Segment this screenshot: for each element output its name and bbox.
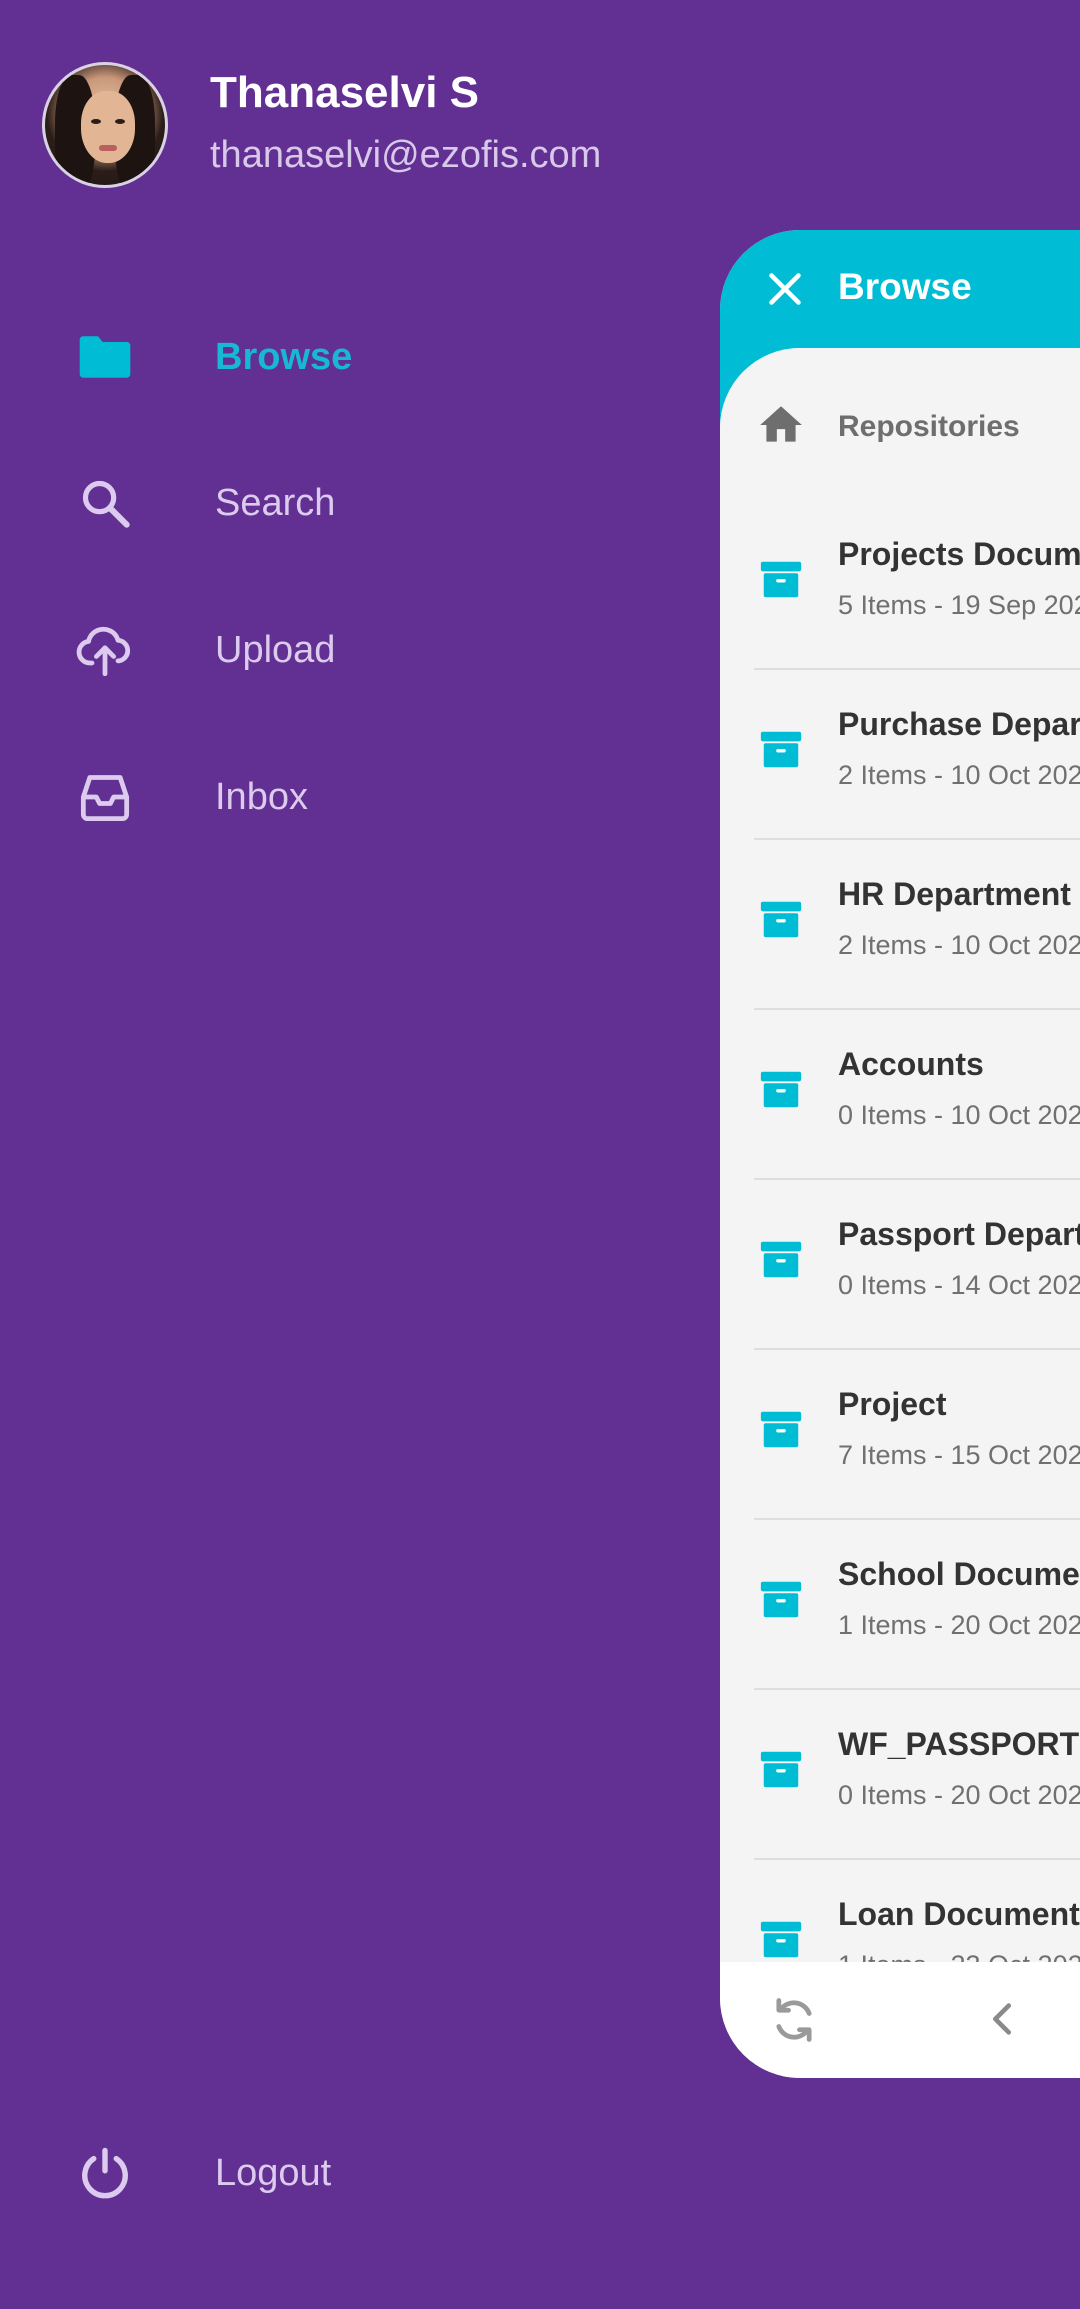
panel-title: Browse bbox=[838, 266, 972, 307]
app-screen: Thanaselvi S thanaselvi@ezofis.com Brows… bbox=[0, 0, 1080, 2309]
item-subtitle: 0 Items - 14 Oct 202 bbox=[838, 1270, 1080, 1300]
item-title: HR Department bbox=[838, 876, 1071, 912]
logout-button[interactable]: Logout bbox=[0, 2118, 640, 2228]
list-item[interactable]: Projects Docume 5 Items - 19 Sep 202 bbox=[720, 500, 1080, 670]
menu-item-search[interactable]: Search bbox=[0, 448, 640, 558]
item-title: Loan Documents bbox=[838, 1896, 1080, 1932]
list-item[interactable]: Accounts 0 Items - 10 Oct 202 bbox=[720, 1010, 1080, 1180]
home-icon bbox=[756, 400, 806, 450]
chevron-left-icon[interactable] bbox=[980, 1996, 1026, 2042]
item-subtitle: 2 Items - 10 Oct 202 bbox=[838, 760, 1080, 790]
list-item[interactable]: Passport Departn 0 Items - 14 Oct 202 bbox=[720, 1180, 1080, 1350]
archive-box-icon bbox=[758, 1746, 804, 1792]
search-icon bbox=[76, 474, 134, 532]
item-subtitle: 5 Items - 19 Sep 202 bbox=[838, 590, 1080, 620]
cloud-upload-icon bbox=[76, 621, 134, 679]
list-item[interactable]: School Documen 1 Items - 20 Oct 202 bbox=[720, 1520, 1080, 1690]
item-title: Projects Docume bbox=[838, 536, 1080, 572]
archive-box-icon bbox=[758, 1406, 804, 1452]
item-subtitle: 0 Items - 20 Oct 202 bbox=[838, 1780, 1080, 1810]
list-item[interactable]: Purchase Depart 2 Items - 10 Oct 202 bbox=[720, 670, 1080, 840]
panel-bottom-bar bbox=[720, 1962, 1080, 2078]
folder-icon bbox=[76, 328, 134, 386]
menu-item-browse[interactable]: Browse bbox=[0, 302, 640, 412]
user-email: thanaselvi@ezofis.com bbox=[210, 134, 602, 176]
item-title: Purchase Depart bbox=[838, 706, 1080, 742]
power-icon bbox=[76, 2144, 134, 2202]
item-title: Passport Departn bbox=[838, 1216, 1080, 1252]
archive-box-icon bbox=[758, 726, 804, 772]
breadcrumb[interactable]: Repositories bbox=[720, 390, 1080, 460]
archive-box-icon bbox=[758, 1236, 804, 1282]
refresh-icon[interactable] bbox=[768, 1994, 820, 2046]
browse-panel: Browse Repositories Projects Docume 5 It… bbox=[720, 230, 1080, 2078]
user-name: Thanaselvi S bbox=[210, 68, 480, 117]
item-title: WF_PASSPORT bbox=[838, 1726, 1080, 1762]
menu-label: Search bbox=[215, 481, 336, 524]
item-title: School Documen bbox=[838, 1556, 1080, 1592]
item-subtitle: 7 Items - 15 Oct 202 bbox=[838, 1440, 1080, 1470]
item-subtitle: 2 Items - 10 Oct 202 bbox=[838, 930, 1080, 960]
archive-box-icon bbox=[758, 556, 804, 602]
archive-box-icon bbox=[758, 1066, 804, 1112]
item-subtitle: 0 Items - 10 Oct 202 bbox=[838, 1100, 1080, 1130]
repository-list: Projects Docume 5 Items - 19 Sep 202 Pur… bbox=[720, 500, 1080, 2030]
panel-header: Browse bbox=[720, 230, 1080, 348]
inbox-icon bbox=[76, 768, 134, 826]
breadcrumb-label: Repositories bbox=[838, 410, 1020, 443]
item-subtitle: 1 Items - 20 Oct 202 bbox=[838, 1610, 1080, 1640]
menu-item-upload[interactable]: Upload bbox=[0, 595, 640, 705]
list-item[interactable]: WF_PASSPORT 0 Items - 20 Oct 202 bbox=[720, 1690, 1080, 1860]
menu-label: Browse bbox=[215, 335, 353, 378]
menu-label: Upload bbox=[215, 628, 336, 671]
avatar[interactable] bbox=[42, 62, 168, 188]
archive-box-icon bbox=[758, 1916, 804, 1962]
item-title: Project bbox=[838, 1386, 947, 1422]
list-item[interactable]: HR Department 2 Items - 10 Oct 202 bbox=[720, 840, 1080, 1010]
archive-box-icon bbox=[758, 896, 804, 942]
menu-item-inbox[interactable]: Inbox bbox=[0, 742, 640, 852]
archive-box-icon bbox=[758, 1576, 804, 1622]
item-title: Accounts bbox=[838, 1046, 984, 1082]
logout-label: Logout bbox=[215, 2151, 332, 2194]
close-icon[interactable] bbox=[758, 262, 812, 316]
menu-label: Inbox bbox=[215, 775, 308, 818]
list-item[interactable]: Project 7 Items - 15 Oct 202 bbox=[720, 1350, 1080, 1520]
